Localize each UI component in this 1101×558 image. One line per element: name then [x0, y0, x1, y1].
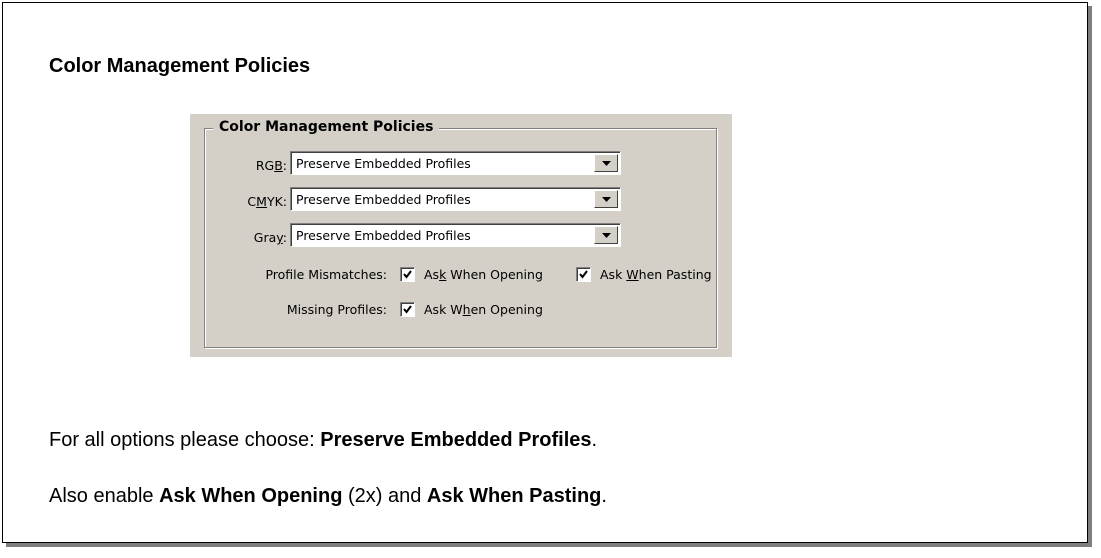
ask-when-opening-mismatch-label[interactable]: Ask When Opening — [424, 267, 543, 282]
dialog-screenshot: Color Management Policies RGB: Preserve … — [190, 114, 732, 357]
gray-dropdown-button[interactable] — [594, 226, 618, 244]
cmyk-label: CMYK: — [247, 194, 287, 209]
checkmark-icon — [403, 270, 412, 279]
ask-when-opening-missing-label[interactable]: Ask When Opening — [424, 302, 543, 317]
chevron-down-icon — [602, 233, 611, 238]
profile-mismatches-label: Profile Mismatches: — [265, 267, 387, 282]
gray-policy-select[interactable]: Preserve Embedded Profiles — [290, 223, 621, 247]
missing-profiles-label: Missing Profiles: — [286, 302, 387, 317]
ask-when-opening-missing-checkbox[interactable] — [400, 302, 415, 317]
cmyk-dropdown-button[interactable] — [594, 190, 618, 208]
ask-when-opening-mismatch-checkbox[interactable] — [400, 267, 415, 282]
checkmark-icon — [579, 270, 588, 279]
checkmark-icon — [403, 305, 412, 314]
cmyk-policy-value: Preserve Embedded Profiles — [296, 192, 471, 207]
page-title: Color Management Policies — [49, 55, 311, 77]
cmyk-policy-select[interactable]: Preserve Embedded Profiles — [290, 187, 621, 211]
chevron-down-icon — [602, 161, 611, 166]
rgb-label: RGB: — [255, 158, 287, 173]
ask-when-pasting-label[interactable]: Ask When Pasting — [600, 267, 712, 282]
gray-label: Gray: — [253, 230, 287, 245]
content-card: Color Management Policies Color Manageme… — [2, 2, 1088, 543]
rgb-dropdown-button[interactable] — [594, 154, 618, 172]
instruction-line-2: Also enable Ask When Opening (2x) and As… — [49, 485, 607, 507]
rgb-policy-select[interactable]: Preserve Embedded Profiles — [290, 151, 621, 175]
gray-policy-value: Preserve Embedded Profiles — [296, 228, 471, 243]
ask-when-pasting-checkbox[interactable] — [576, 267, 591, 282]
instruction-line-1: For all options please choose: Preserve … — [49, 429, 598, 451]
groupbox-title: Color Management Policies — [213, 119, 440, 135]
rgb-policy-value: Preserve Embedded Profiles — [296, 156, 471, 171]
chevron-down-icon — [602, 197, 611, 202]
